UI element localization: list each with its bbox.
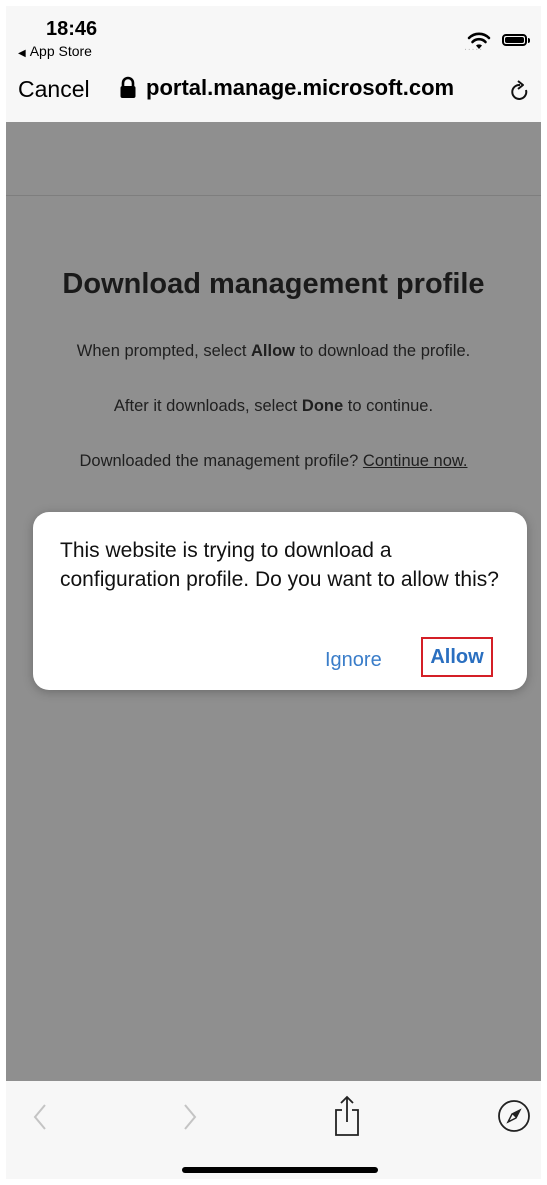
home-indicator [182, 1167, 378, 1173]
bottom-toolbar [6, 1081, 541, 1179]
instruction-done: After it downloads, select Done to conti… [113, 397, 434, 415]
url-text: portal.manage.microsoft.com [146, 75, 455, 100]
wifi-icon [467, 32, 491, 49]
download-profile-alert: This website is trying to download a con… [33, 512, 527, 690]
phone-screen: 18:46 ◀ App Store ..... Cancel portal.man… [6, 6, 541, 1179]
back-triangle-icon: ◀ [18, 48, 26, 59]
alert-message: This website is trying to download a con… [60, 539, 499, 591]
share-icon[interactable] [332, 1095, 362, 1137]
compass-icon[interactable] [497, 1099, 531, 1133]
battery-icon [502, 34, 530, 46]
status-time: 18:46 [46, 18, 98, 40]
ignore-button[interactable]: Ignore [325, 649, 382, 672]
forward-icon[interactable] [180, 1099, 200, 1135]
status-bar: 18:46 ◀ App Store ..... [6, 6, 541, 64]
lock-icon [120, 76, 136, 98]
back-icon[interactable] [30, 1099, 50, 1135]
page-title: Download management profile [62, 268, 485, 300]
back-to-app-link[interactable]: ◀ App Store [18, 43, 92, 59]
address-bar: Cancel portal.manage.microsoft.com [6, 64, 541, 122]
continue-now-link[interactable]: Continue now. [363, 452, 468, 470]
back-app-label: App Store [29, 43, 92, 59]
header-divider [6, 195, 541, 196]
instruction-continue: Downloaded the management profile? Conti… [79, 452, 468, 470]
instruction-allow: When prompted, select Allow to download … [76, 342, 471, 360]
url-field[interactable]: portal.manage.microsoft.com [118, 75, 454, 101]
allow-button[interactable]: Allow [421, 637, 493, 677]
cancel-button[interactable]: Cancel [18, 76, 90, 103]
reload-icon[interactable] [509, 80, 531, 104]
